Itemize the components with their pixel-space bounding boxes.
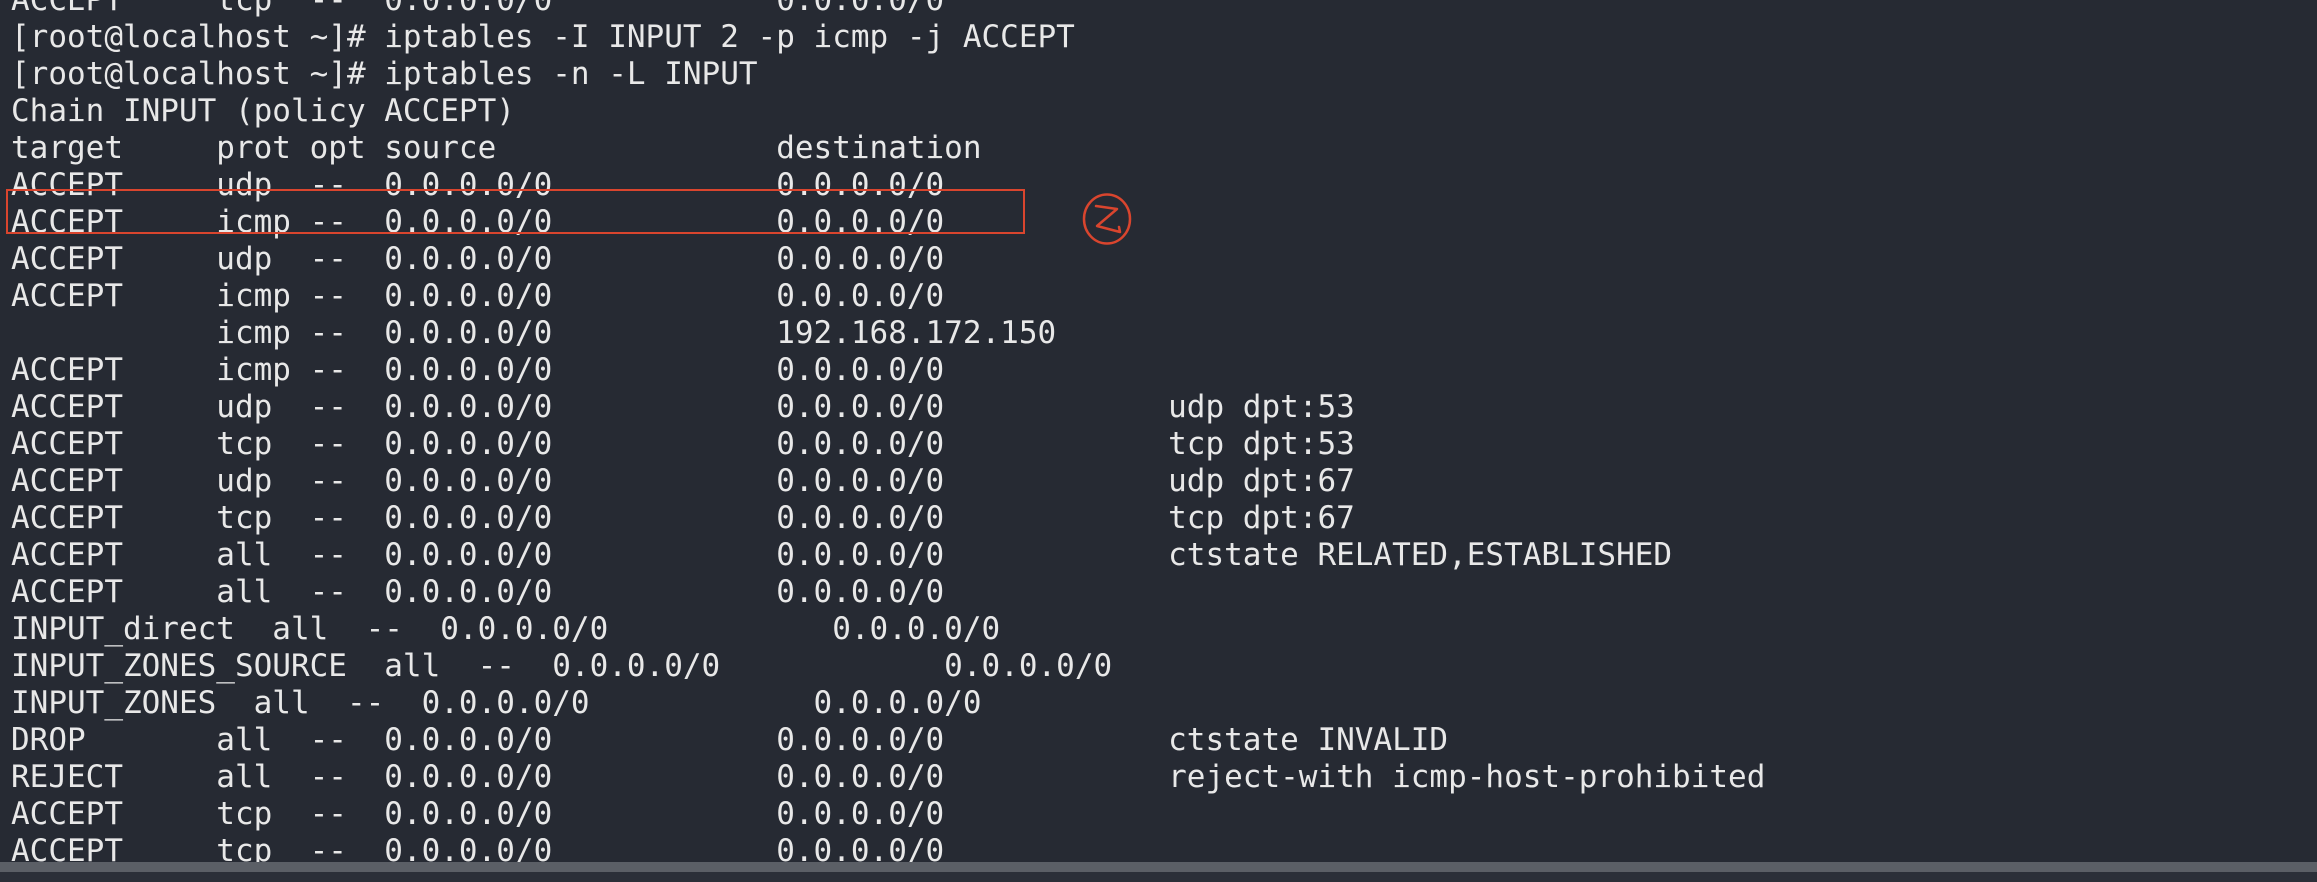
rule-row: ACCEPT tcp -- 0.0.0.0/0 0.0.0.0/0 tcp dp… [11, 426, 1355, 462]
rule-row: ACCEPT udp -- 0.0.0.0/0 0.0.0.0/0 udp dp… [11, 389, 1355, 425]
rule-row: INPUT_ZONES all -- 0.0.0.0/0 0.0.0.0/0 [11, 685, 982, 721]
window-bottom-border [0, 862, 2317, 872]
rule-row: ACCEPT all -- 0.0.0.0/0 0.0.0.0/0 [11, 574, 945, 610]
rule-row: ACCEPT udp -- 0.0.0.0/0 0.0.0.0/0 udp dp… [11, 463, 1355, 499]
rule-row: ACCEPT tcp -- 0.0.0.0/0 0.0.0.0/0 [11, 796, 945, 832]
rule-row-highlighted: ACCEPT icmp -- 0.0.0.0/0 0.0.0.0/0 [11, 204, 945, 240]
rule-row: DROP all -- 0.0.0.0/0 0.0.0.0/0 ctstate … [11, 722, 1449, 758]
rule-row: ACCEPT icmp -- 0.0.0.0/0 0.0.0.0/0 [11, 352, 945, 388]
rule-row: icmp -- 0.0.0.0/0 192.168.172.150 [11, 315, 1057, 351]
rule-row: ACCEPT all -- 0.0.0.0/0 0.0.0.0/0 ctstat… [11, 537, 1673, 573]
rule-row: INPUT_direct all -- 0.0.0.0/0 0.0.0.0/0 [11, 611, 1001, 647]
terminal-line: ACCEPT tcp -- 0.0.0.0/0 0.0.0.0/0 [11, 0, 945, 18]
terminal-output: ACCEPT tcp -- 0.0.0.0/0 0.0.0.0/0 [root@… [11, 0, 1765, 870]
terminal-window[interactable]: ACCEPT tcp -- 0.0.0.0/0 0.0.0.0/0 [root@… [0, 0, 2317, 872]
rule-row: ACCEPT tcp -- 0.0.0.0/0 0.0.0.0/0 tcp dp… [11, 500, 1355, 536]
command-line: [root@localhost ~]# iptables -n -L INPUT [11, 56, 758, 92]
command-line: [root@localhost ~]# iptables -I INPUT 2 … [11, 19, 1075, 55]
rule-row: ACCEPT icmp -- 0.0.0.0/0 0.0.0.0/0 [11, 278, 945, 314]
chain-header: Chain INPUT (policy ACCEPT) [11, 93, 515, 129]
rule-row: ACCEPT udp -- 0.0.0.0/0 0.0.0.0/0 [11, 241, 945, 277]
rule-row: INPUT_ZONES_SOURCE all -- 0.0.0.0/0 0.0.… [11, 648, 1113, 684]
column-header: target prot opt source destination [11, 130, 982, 166]
rule-row: REJECT all -- 0.0.0.0/0 0.0.0.0/0 reject… [11, 759, 1766, 795]
rule-row: ACCEPT udp -- 0.0.0.0/0 0.0.0.0/0 [11, 167, 945, 203]
circled-number-2-icon [1082, 193, 1132, 245]
